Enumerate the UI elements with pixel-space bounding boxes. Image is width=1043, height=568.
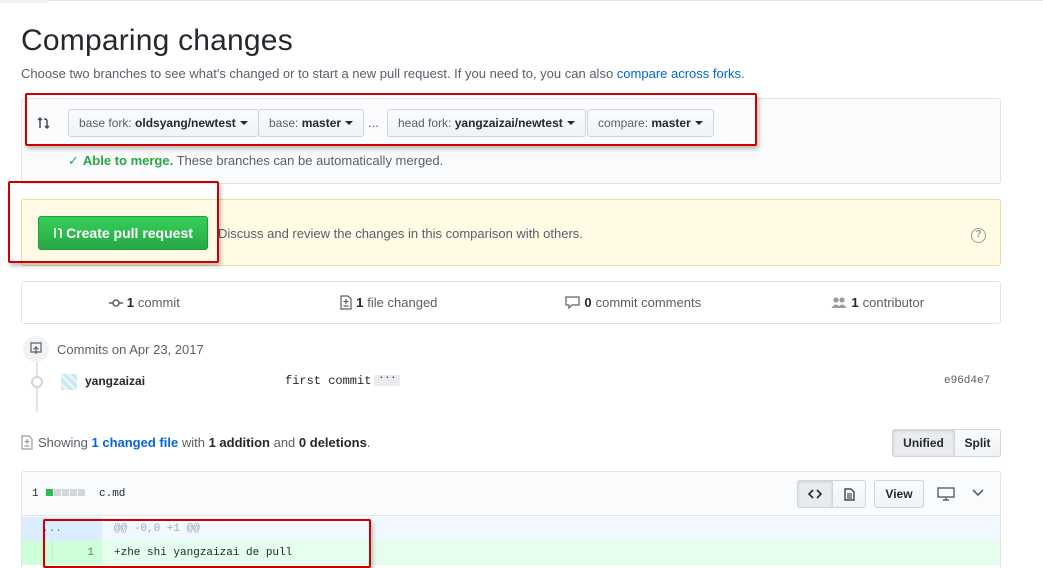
hunk-header-text: @@ -0,0 +1 @@ (114, 523, 200, 535)
base-fork-label: base fork: (79, 116, 132, 130)
merge-status: ✓ Able to merge. These branches can be au… (68, 153, 443, 169)
with-label: with (181, 435, 205, 450)
avatar[interactable] (61, 374, 77, 390)
caret-down-icon (345, 120, 354, 125)
files-summary[interactable]: 1 file changed (267, 282, 512, 323)
head-fork-label: head fork: (398, 116, 452, 130)
deletions-count: 0 deletions (298, 435, 367, 450)
file-diff: 1 c.md View ... @@ -0,0 +1 @@ 1 +zhe shi… (21, 471, 1001, 568)
diffstat-neutral-block (70, 488, 78, 496)
diffstat-count: 1 (32, 488, 39, 500)
check-icon: ✓ (68, 153, 79, 168)
compare-branch-select[interactable]: compare: master (587, 109, 714, 137)
commit-message-text[interactable]: first commit (285, 374, 371, 388)
commits-group-title: Commits on Apr 23, 2017 (57, 342, 204, 357)
diffstat-neutral-block (62, 488, 70, 496)
compare-label: compare: (598, 116, 649, 130)
head-fork-select[interactable]: head fork: yangzaizai/newtest (387, 109, 586, 137)
new-line-number[interactable]: 1 (52, 541, 102, 565)
commit-dot-icon (31, 376, 43, 388)
top-tab-edge (0, 0, 48, 3)
hunk-header-row: ... @@ -0,0 +1 @@ (22, 517, 1000, 541)
numbers-summary: 1 commit 1 file changed 0 commit comments 1… (21, 281, 1001, 324)
contributors-label: contributor (862, 295, 925, 310)
code-icon (807, 489, 823, 499)
view-file-button[interactable]: View (874, 480, 924, 508)
commit-sha[interactable]: e96d4e7 (944, 375, 990, 387)
diffstat: 1 (32, 488, 86, 500)
files-count: 1 (356, 295, 364, 310)
diff-addition-row: 1 +zhe shi yangzaizai de pull (22, 541, 1000, 565)
diffstat-neutral-block (54, 488, 62, 496)
subtitle-text: Choose two branches to see what's change… (21, 66, 617, 81)
changed-files-link[interactable]: 1 changed file (92, 435, 179, 450)
file-diff-icon (340, 295, 352, 310)
comments-label: commit comments (595, 295, 702, 310)
showing-label: Showing (38, 435, 88, 450)
compare-arrows-icon (37, 116, 50, 130)
caret-down-icon (694, 120, 703, 125)
repo-push-icon (23, 336, 49, 362)
range-editor: base fork: oldsyang/newtest base: master… (21, 98, 1001, 184)
files-label: file changed (367, 295, 438, 310)
create-pull-request-button[interactable]: Create pull request (38, 216, 208, 250)
commit-icon (108, 298, 123, 307)
page-subtitle: Choose two branches to see what's change… (21, 66, 745, 81)
contributors-summary[interactable]: 1 contributor (756, 282, 1001, 323)
comments-count: 0 (584, 295, 592, 310)
hunk-expander[interactable]: ... (22, 517, 102, 541)
expand-message-button[interactable]: ··· (374, 374, 401, 387)
period-label: . (366, 435, 371, 450)
comments-summary[interactable]: 0 commit comments (511, 282, 756, 323)
contributors-count: 1 (851, 295, 859, 310)
commit-author[interactable]: yangzaizai (85, 374, 145, 388)
and-label: and (273, 435, 296, 450)
question-icon[interactable]: ? (971, 228, 986, 243)
merge-status-note: These branches can be automatically merg… (176, 153, 444, 168)
create-pr-flash: Create pull request Discuss and review t… (21, 199, 1001, 266)
diffstat-neutral-block (78, 488, 86, 496)
file-header: 1 c.md View (22, 472, 1000, 516)
base-label: base: (269, 116, 299, 130)
pull-request-icon (54, 227, 62, 238)
create-button-label: Create pull request (66, 225, 193, 241)
caret-down-icon (239, 120, 248, 125)
caret-down-icon (566, 120, 575, 125)
base-value: master (301, 116, 342, 130)
diff-summary: Showing 1 changed file with 1 addition a… (21, 434, 371, 450)
source-view-button[interactable] (797, 480, 833, 508)
top-border (0, 0, 1043, 2)
comment-icon (565, 296, 580, 309)
subtitle-period: . (741, 66, 745, 81)
rich-diff-button[interactable] (832, 480, 866, 508)
old-line-number (22, 541, 52, 565)
unified-view-button[interactable]: Unified (892, 429, 955, 457)
head-fork-value: yangzaizai/newtest (454, 116, 563, 130)
chevron-down-icon[interactable] (972, 488, 984, 498)
file-icon (843, 488, 855, 501)
base-fork-select[interactable]: base fork: oldsyang/newtest (68, 109, 259, 137)
base-branch-select[interactable]: base: master (258, 109, 365, 137)
people-icon (831, 297, 847, 308)
commit-message: first commit ··· (285, 374, 401, 388)
range-separator: ... (368, 115, 379, 130)
page-title: Comparing changes (21, 24, 293, 57)
commits-label: commit (137, 295, 180, 310)
flash-description: Discuss and review the changes in this c… (218, 226, 583, 241)
compare-across-forks-link[interactable]: compare across forks (617, 66, 741, 81)
compare-value: master (651, 116, 691, 130)
desktop-icon[interactable] (937, 487, 955, 501)
commits-count: 1 (126, 295, 134, 310)
merge-status-label: Able to merge. (82, 153, 174, 168)
commits-summary[interactable]: 1 commit (22, 282, 267, 323)
additions-count: 1 addition (208, 435, 270, 450)
file-name[interactable]: c.md (99, 488, 125, 500)
diffstat-add-block (46, 488, 54, 496)
split-view-button[interactable]: Split (954, 429, 1001, 457)
code-line: +zhe shi yangzaizai de pull (114, 547, 293, 559)
file-diff-icon (21, 434, 33, 450)
base-fork-value: oldsyang/newtest (135, 116, 236, 130)
